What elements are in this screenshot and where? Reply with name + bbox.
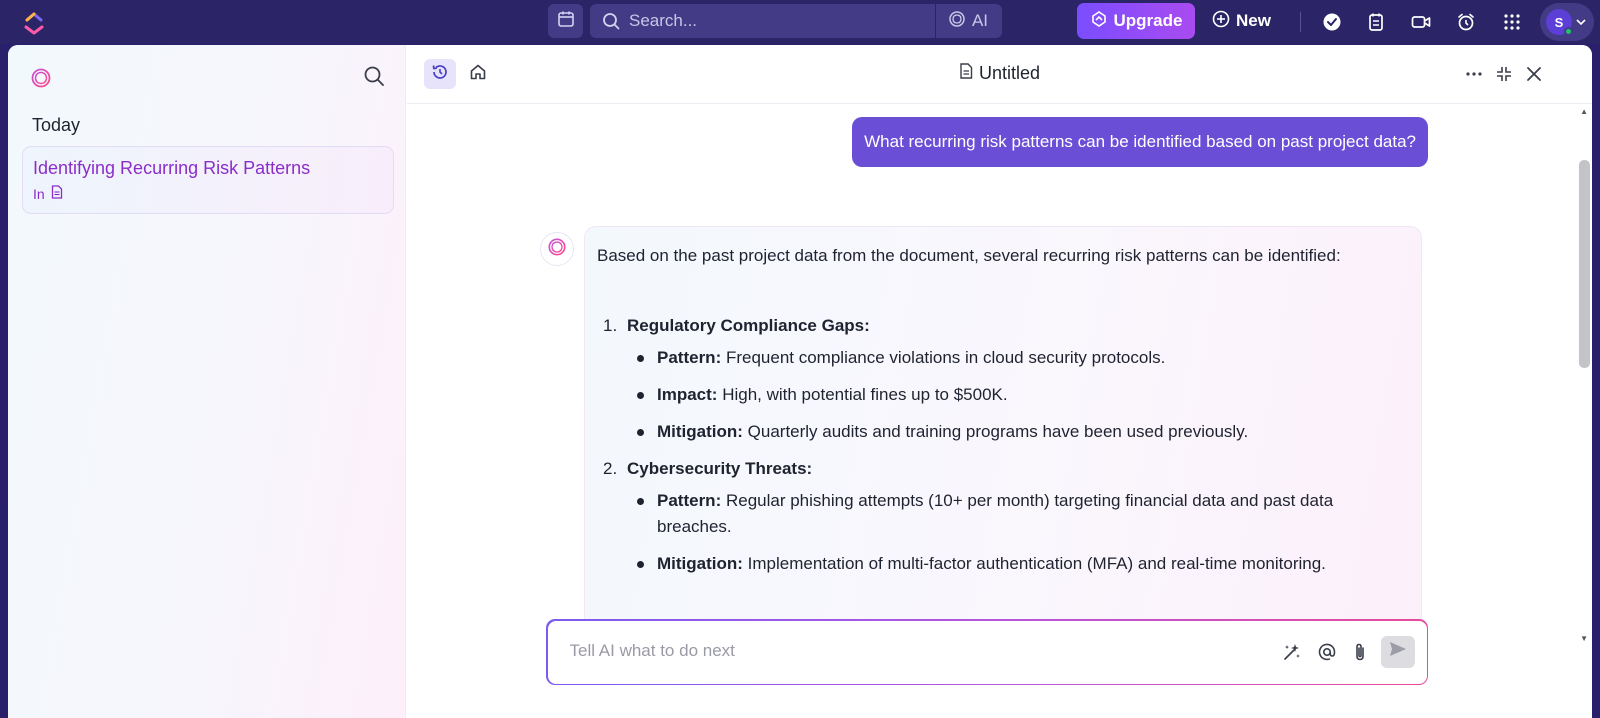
at-icon[interactable] xyxy=(1315,640,1339,664)
document-icon xyxy=(959,63,973,84)
bullet-item: Mitigation: Implementation of multi-fact… xyxy=(627,551,1409,577)
document-icon xyxy=(51,185,63,202)
notepad-icon[interactable] xyxy=(1364,10,1388,34)
toolbar-divider xyxy=(1300,12,1301,32)
list-item-number: 2. xyxy=(603,459,618,478)
prompt-input[interactable] xyxy=(569,640,1250,661)
calendar-button[interactable] xyxy=(548,4,583,38)
search-icon[interactable] xyxy=(363,65,387,89)
ai-brain-icon xyxy=(547,237,567,262)
bullet-text: Regular phishing attempts (10+ per month… xyxy=(657,491,1334,536)
conversation-item[interactable]: Identifying Recurring Risk Patterns In xyxy=(22,146,394,214)
bullet-text: Quarterly audits and training programs h… xyxy=(742,422,1249,441)
ai-avatar xyxy=(540,232,574,266)
bullet-text: Implementation of multi-factor authentic… xyxy=(742,554,1326,573)
ai-prompt-composer xyxy=(546,619,1428,685)
document-title-text: Untitled xyxy=(978,63,1041,83)
sparkle-icon[interactable] xyxy=(1280,640,1304,664)
bullet-item: Mitigation: Quarterly audits and trainin… xyxy=(627,419,1409,445)
list-item-heading: Regulatory Compliance Gaps: xyxy=(627,316,870,335)
bullet-item: Pattern: Frequent compliance violations … xyxy=(627,345,1409,371)
location-prefix: In xyxy=(33,185,45,202)
chat-history-sidebar: Today Identifying Recurring Risk Pattern… xyxy=(8,45,406,718)
ai-brain-icon xyxy=(948,10,966,33)
send-button[interactable] xyxy=(1380,635,1415,668)
bullet-item: Pattern: Regular phishing attempts (10+ … xyxy=(627,488,1409,540)
list-item-heading: Cybersecurity Threats: xyxy=(627,459,813,478)
ai-label: AI xyxy=(971,11,988,30)
bullet-text: High, with potential fines up to $500K. xyxy=(717,385,1008,404)
global-search[interactable]: Search... AI xyxy=(590,4,1002,38)
search-placeholder[interactable]: Search... xyxy=(629,11,935,31)
bullet-label: Pattern: xyxy=(657,491,722,510)
chat-main-panel: Untitled What recurring risk patterns ca… xyxy=(407,45,1592,718)
avatar-initial: S xyxy=(1554,14,1564,30)
close-icon[interactable] xyxy=(1522,62,1546,86)
bullet-label: Mitigation: xyxy=(657,554,743,573)
collapse-icon[interactable] xyxy=(1492,62,1516,86)
list-item: 1. Regulatory Compliance Gaps: Pattern: … xyxy=(597,313,1409,445)
send-icon xyxy=(1389,641,1407,662)
scroll-down-arrow[interactable]: ▼ xyxy=(1580,634,1588,643)
new-button[interactable]: New xyxy=(1212,3,1271,39)
plus-circle-icon xyxy=(1212,10,1230,33)
avatar: S xyxy=(1546,9,1573,36)
conversation-title: Identifying Recurring Risk Patterns xyxy=(33,158,311,178)
alarm-icon[interactable] xyxy=(1454,10,1478,34)
list-item-number: 1. xyxy=(603,316,618,335)
chat-header: Untitled xyxy=(407,45,1592,104)
bullet-label: Mitigation: xyxy=(657,422,743,441)
conversation-location: In xyxy=(33,185,63,202)
bullet-text: Frequent compliance violations in cloud … xyxy=(721,348,1166,367)
video-icon[interactable] xyxy=(1409,10,1433,34)
check-circle-icon[interactable] xyxy=(1320,10,1344,34)
more-icon[interactable] xyxy=(1462,62,1486,86)
list-item: 2. Cybersecurity Threats: Pattern: Regul… xyxy=(597,456,1409,577)
document-title[interactable]: Untitled xyxy=(407,63,1592,84)
search-icon xyxy=(601,11,621,31)
attachment-icon[interactable] xyxy=(1348,640,1372,664)
user-message-bubble: What recurring risk patterns can be iden… xyxy=(852,117,1428,167)
scrollbar-thumb[interactable] xyxy=(1579,160,1590,368)
apps-grid-icon[interactable] xyxy=(1500,10,1524,34)
ai-chat-window: Today Identifying Recurring Risk Pattern… xyxy=(8,45,1592,718)
section-heading-today: Today xyxy=(32,115,81,135)
bullet-item: Impact: High, with potential fines up to… xyxy=(627,382,1409,408)
chat-scrollbar[interactable]: ▲ ▼ xyxy=(1576,105,1592,645)
chat-thread[interactable]: What recurring risk patterns can be iden… xyxy=(407,105,1592,645)
upgrade-button[interactable]: Upgrade xyxy=(1077,3,1195,39)
chevron-down-icon xyxy=(1576,13,1586,31)
new-label: New xyxy=(1236,11,1271,30)
bullet-label: Impact: xyxy=(657,385,718,404)
ai-brain-icon xyxy=(30,67,52,89)
bullet-label: Pattern: xyxy=(657,348,722,367)
upgrade-icon xyxy=(1090,10,1108,33)
ai-message-bubble: Based on the past project data from the … xyxy=(584,226,1422,645)
top-bar: Search... AI Upgrade New S xyxy=(0,0,1600,44)
online-status-dot xyxy=(1564,27,1573,36)
user-menu[interactable]: S xyxy=(1540,3,1594,41)
risk-pattern-list: 1. Regulatory Compliance Gaps: Pattern: … xyxy=(597,313,1409,577)
scroll-up-arrow[interactable]: ▲ xyxy=(1580,107,1588,116)
calendar-icon xyxy=(557,10,575,33)
upgrade-label: Upgrade xyxy=(1113,11,1183,30)
ai-button[interactable]: AI xyxy=(936,10,1002,33)
ai-intro-text: Based on the past project data from the … xyxy=(597,246,1341,265)
clickup-logo-icon[interactable] xyxy=(22,9,46,35)
